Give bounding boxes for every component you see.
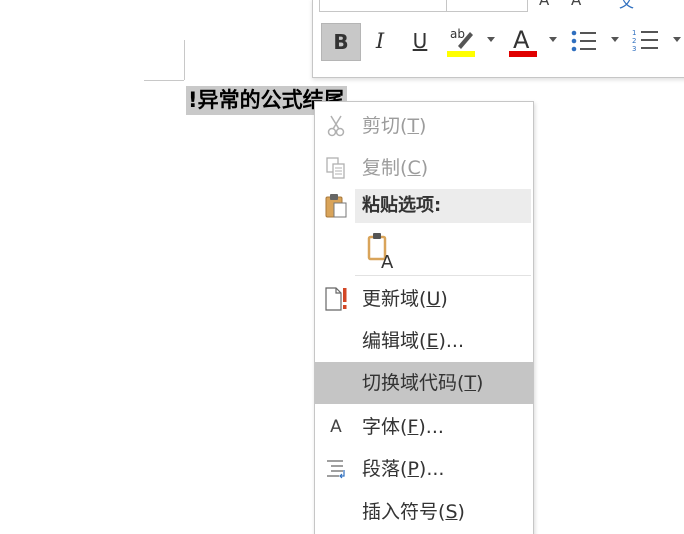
font-size-box[interactable] [446, 0, 528, 12]
context-menu: 剪切(T) 复制(C) 粘贴选项: A 更新域(U) 编辑域(E)... 切换域… [314, 101, 534, 534]
update-field-icon [321, 278, 351, 320]
font-color-icon: A [509, 26, 537, 57]
shrink-font-icon[interactable]: A [571, 0, 581, 9]
mini-formatting-toolbar: A A 文 B I U ab A 1 2 3 [312, 0, 684, 78]
font-color-glyph: A [513, 26, 530, 54]
paste-keep-text-only-button[interactable]: A [365, 232, 397, 273]
menu-item-font[interactable]: A 字体(F)... [315, 406, 533, 448]
paste-options-header: 粘贴选项: [355, 189, 531, 223]
svg-text:A: A [381, 252, 394, 270]
font-icon: A [330, 417, 342, 437]
paragraph-icon [321, 448, 351, 490]
underline-button[interactable]: U [405, 23, 435, 59]
menu-item-copy[interactable]: 复制(C) [315, 147, 533, 189]
font-color-bar [509, 51, 537, 57]
highlighter-icon: ab [447, 27, 475, 57]
bullets-button[interactable] [569, 23, 599, 59]
numbering-button[interactable]: 1 2 3 [631, 23, 661, 59]
font-color-dropdown-caret[interactable] [549, 37, 557, 42]
highlight-dropdown-caret[interactable] [487, 37, 495, 42]
grow-font-icon[interactable]: A [539, 0, 549, 9]
svg-text:2: 2 [632, 37, 636, 45]
italic-button[interactable]: I [365, 23, 395, 59]
menu-item-update-field[interactable]: 更新域(U) [315, 278, 533, 320]
menu-item-insert-symbol[interactable]: 插入符号(S) [315, 491, 533, 533]
paste-keep-text-icon: A [367, 233, 394, 273]
styles-icon[interactable]: 文 [619, 0, 634, 12]
paste-options-label: 粘贴选项: [362, 195, 442, 216]
text-highlight-button[interactable]: ab [445, 23, 477, 59]
font-color-button[interactable]: A [507, 23, 539, 59]
highlight-color-bar [447, 51, 475, 57]
margin-guide-vertical [184, 40, 185, 80]
highlight-glyph: ab [450, 27, 465, 41]
menu-separator [355, 275, 531, 276]
menu-item-cut[interactable]: 剪切(T) [315, 105, 533, 147]
margin-guide-horizontal [144, 80, 184, 81]
numbering-dropdown-caret[interactable] [673, 37, 681, 42]
menu-item-edit-field[interactable]: 编辑域(E)... [315, 320, 533, 362]
paste-clipboard-icon [321, 185, 351, 227]
menu-item-paragraph[interactable]: 段落(P)... [315, 448, 533, 490]
bullets-dropdown-caret[interactable] [611, 37, 619, 42]
menu-item-toggle-field-codes[interactable]: 切换域代码(T) [315, 362, 533, 404]
bullets-icon [571, 30, 596, 52]
bold-button[interactable]: B [321, 23, 361, 61]
svg-text:3: 3 [632, 45, 636, 53]
copy-icon [321, 147, 351, 189]
numbering-icon: 1 2 3 [632, 29, 658, 53]
word-document-page: !异常的公式结尾 A A 文 B I U ab A 1 2 3 剪切(T) 复制… [0, 0, 684, 534]
font-name-box[interactable] [319, 0, 447, 12]
svg-text:1: 1 [632, 29, 636, 37]
scissors-icon [321, 105, 351, 147]
